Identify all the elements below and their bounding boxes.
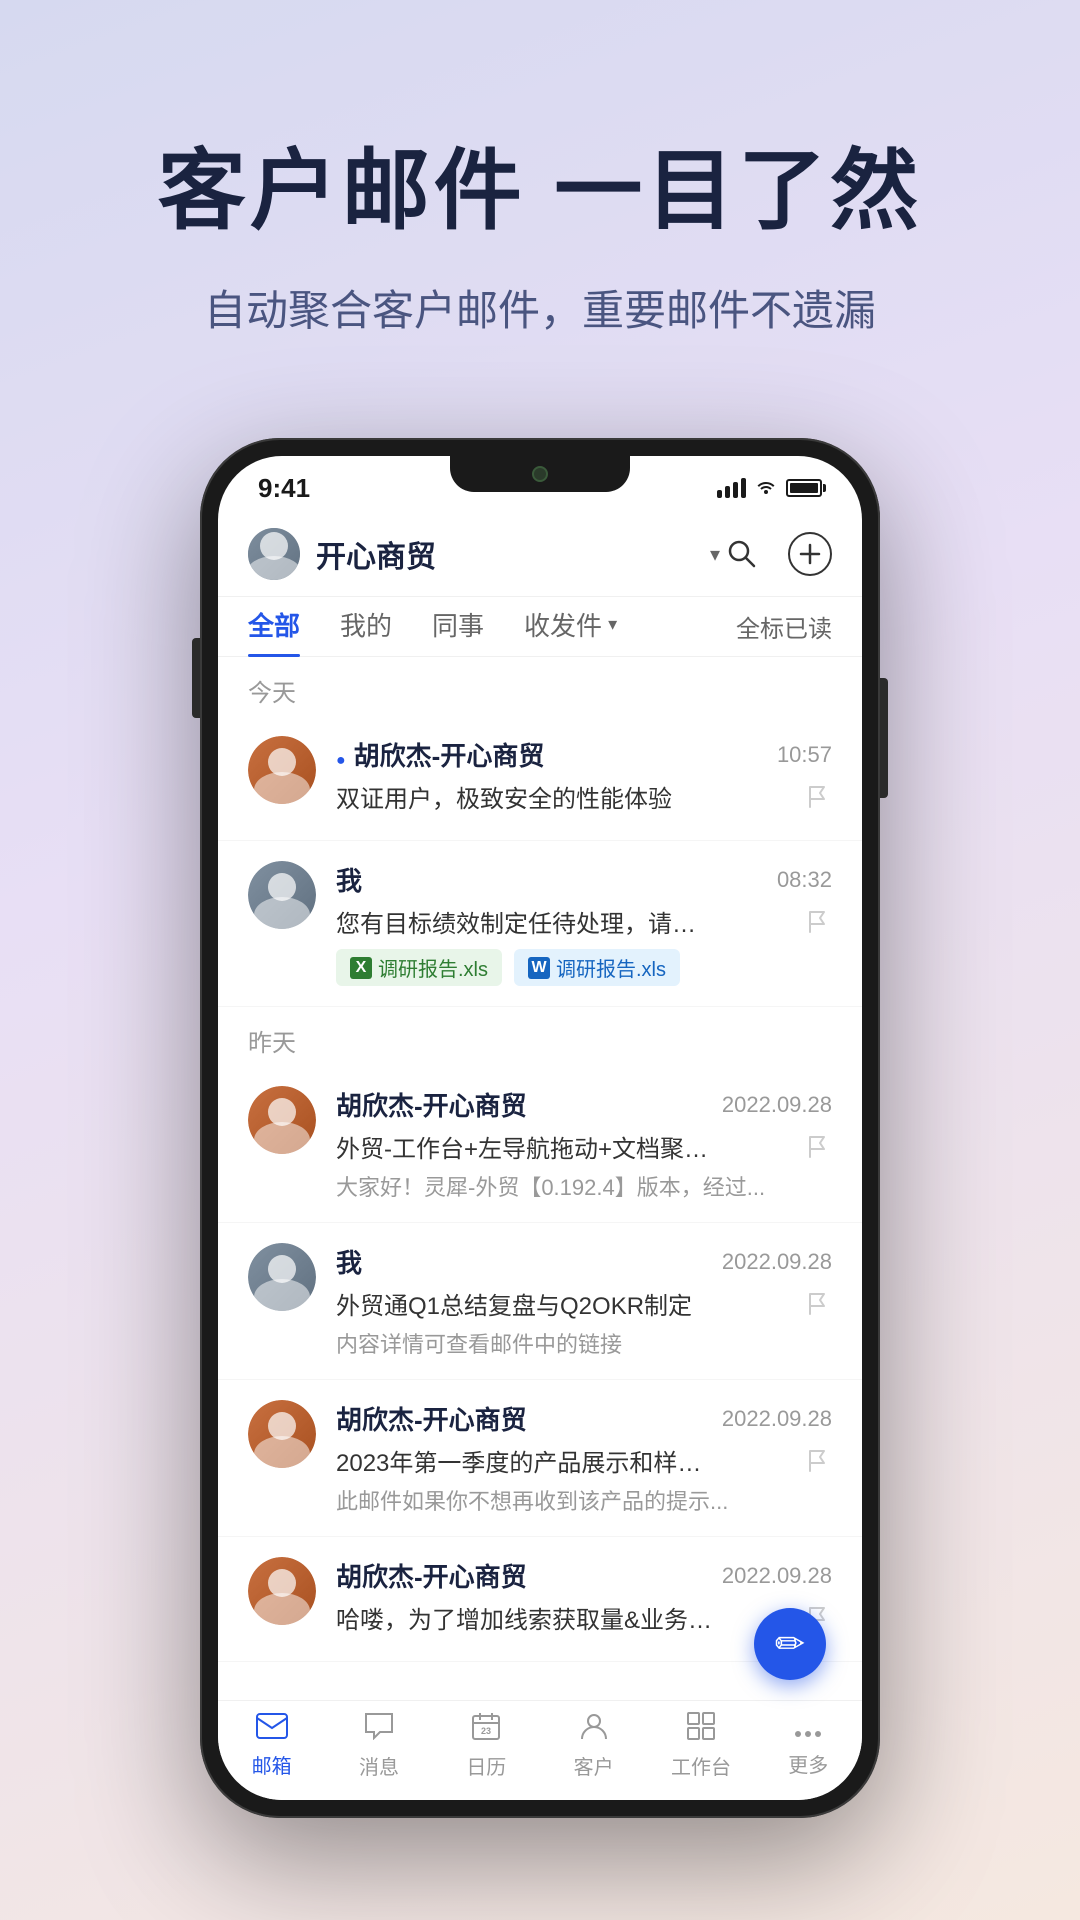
grid-icon [687, 1712, 715, 1747]
nav-messages-label: 消息 [359, 1751, 399, 1780]
email-time: 2022.09.28 [722, 1563, 832, 1589]
email-content: 胡欣杰-开心商贸 10:57 双证用户，极致安全的性能体验 [336, 736, 832, 820]
email-item[interactable]: 胡欣杰-开心商贸 10:57 双证用户，极致安全的性能体验 [218, 716, 862, 841]
email-subject: 您有目标绩效制定任待处理，请及时添加... [336, 904, 716, 939]
tab-arrow-icon: ▾ [608, 614, 617, 635]
nav-customers-label: 客户 [574, 1751, 614, 1780]
app-header: 开心商贸 ▾ [218, 512, 862, 597]
nav-calendar-label: 日历 [466, 1751, 506, 1780]
status-icons [717, 476, 822, 500]
phone-notch [450, 456, 630, 492]
email-attachments: X 调研报告.xls W 调研报告.xls [336, 949, 832, 986]
compose-button[interactable]: ✏ [754, 1608, 826, 1680]
tab-colleagues[interactable]: 同事 [432, 597, 484, 657]
email-sender: 我 [336, 1243, 362, 1280]
section-yesterday: 昨天 [218, 1007, 862, 1066]
nav-calendar[interactable]: 23 日历 [433, 1712, 540, 1780]
nav-more-label: 更多 [788, 1749, 828, 1778]
mail-icon [256, 1713, 288, 1746]
email-sender: 胡欣杰-开心商贸 [336, 1086, 527, 1123]
camera-dot [532, 466, 548, 482]
email-content: 胡欣杰-开心商贸 2022.09.28 外贸-工作台+左导航拖动+文档聚合上..… [336, 1086, 832, 1202]
section-today: 今天 [218, 657, 862, 716]
avatar [248, 736, 316, 804]
search-button[interactable] [720, 532, 764, 576]
chat-icon [364, 1712, 394, 1747]
email-subject: 外贸通Q1总结复盘与Q2OKR制定 [336, 1286, 692, 1321]
email-item[interactable]: 我 08:32 您有目标绩效制定任待处理，请及时添加... X [218, 841, 862, 1007]
search-icon [724, 536, 760, 572]
header-icons [720, 532, 832, 576]
attachment-excel[interactable]: X 调研报告.xls [336, 949, 502, 986]
flag-icon[interactable] [804, 783, 832, 811]
email-sender: 胡欣杰-开心商贸 [336, 1557, 527, 1594]
wifi-icon [754, 476, 778, 500]
tab-all[interactable]: 全部 [248, 597, 300, 657]
email-content: 我 2022.09.28 外贸通Q1总结复盘与Q2OKR制定 内容详情可查看邮件… [336, 1243, 832, 1359]
email-sender: 胡欣杰-开心商贸 [336, 736, 544, 773]
phone-screen: 9:41 [218, 456, 862, 1800]
more-icon [794, 1713, 822, 1745]
email-list: 今天 胡欣杰-开心商贸 10:57 双证用户，极致安全的性能体验 [218, 657, 862, 1700]
flag-icon[interactable] [804, 1290, 832, 1318]
bottom-nav: 邮箱 消息 [218, 1700, 862, 1800]
nav-workbench[interactable]: 工作台 [647, 1712, 754, 1780]
hero-section: 客户邮件 一目了然 自动聚合客户邮件，重要邮件不遗漏 [0, 0, 1080, 398]
email-time: 2022.09.28 [722, 1249, 832, 1275]
email-item[interactable]: 胡欣杰-开心商贸 2022.09.28 2023年第一季度的产品展示和样本需求.… [218, 1380, 862, 1537]
company-name[interactable]: 开心商贸 [316, 532, 704, 576]
tab-sendreceive[interactable]: 收发件▾ [524, 597, 617, 657]
avatar [248, 1243, 316, 1311]
status-time: 9:41 [258, 473, 310, 504]
flag-icon[interactable] [804, 1447, 832, 1475]
email-item[interactable]: 我 2022.09.28 外贸通Q1总结复盘与Q2OKR制定 内容详情可查看邮件… [218, 1223, 862, 1380]
nav-workbench-label: 工作台 [671, 1751, 731, 1780]
avatar [248, 1557, 316, 1625]
email-preview: 内容详情可查看邮件中的链接 [336, 1327, 832, 1359]
hero-title: 客户邮件 一目了然 [60, 120, 1020, 247]
email-subject: 双证用户，极致安全的性能体验 [336, 779, 672, 814]
nav-customers[interactable]: 客户 [540, 1712, 647, 1780]
email-time: 2022.09.28 [722, 1092, 832, 1118]
battery-icon [786, 479, 822, 497]
avatar [248, 1086, 316, 1154]
nav-more[interactable]: 更多 [755, 1713, 862, 1778]
add-icon [788, 532, 832, 576]
email-preview: 大家好！灵犀-外贸【0.192.4】版本，经过... [336, 1170, 832, 1202]
mark-all-read-button[interactable]: 全标已读 [736, 609, 832, 644]
email-time: 08:32 [777, 867, 832, 893]
nav-messages[interactable]: 消息 [325, 1712, 432, 1780]
email-item[interactable]: 胡欣杰-开心商贸 2022.09.28 外贸-工作台+左导航拖动+文档聚合上..… [218, 1066, 862, 1223]
attachment-word[interactable]: W 调研报告.xls [514, 949, 680, 986]
tabs-bar: 全部 我的 同事 收发件▾ 全标已读 [218, 597, 862, 657]
phone-outer: 9:41 [200, 438, 880, 1818]
calendar-icon: 23 [472, 1712, 500, 1747]
flag-icon[interactable] [804, 908, 832, 936]
nav-mailbox-label: 邮箱 [252, 1750, 292, 1779]
tab-mine[interactable]: 我的 [340, 597, 392, 657]
nav-mailbox[interactable]: 邮箱 [218, 1713, 325, 1779]
dropdown-arrow-icon[interactable]: ▾ [710, 542, 720, 567]
email-time: 10:57 [777, 742, 832, 768]
person-icon [581, 1712, 607, 1747]
email-time: 2022.09.28 [722, 1406, 832, 1432]
avatar[interactable] [248, 528, 300, 580]
email-sender: 我 [336, 861, 362, 898]
hero-subtitle: 自动聚合客户邮件，重要邮件不遗漏 [60, 277, 1020, 338]
email-sender: 胡欣杰-开心商贸 [336, 1400, 527, 1437]
compose-icon: ✏ [775, 1623, 805, 1665]
avatar [248, 861, 316, 929]
email-content: 我 08:32 您有目标绩效制定任待处理，请及时添加... X [336, 861, 832, 986]
email-preview: 此邮件如果你不想再收到该产品的提示... [336, 1484, 832, 1516]
svg-text:23: 23 [481, 1726, 491, 1736]
avatar [248, 1400, 316, 1468]
email-subject: 2023年第一季度的产品展示和样本需求... [336, 1443, 716, 1478]
email-content: 胡欣杰-开心商贸 2022.09.28 2023年第一季度的产品展示和样本需求.… [336, 1400, 832, 1516]
phone-mockup: 9:41 [200, 438, 880, 1818]
add-button[interactable] [788, 532, 832, 576]
email-subject: 外贸-工作台+左导航拖动+文档聚合上... [336, 1129, 716, 1164]
email-subject: 哈喽，为了增加线索获取量&业务方向的... [336, 1600, 716, 1635]
signal-icon [717, 478, 746, 498]
flag-icon[interactable] [804, 1133, 832, 1161]
